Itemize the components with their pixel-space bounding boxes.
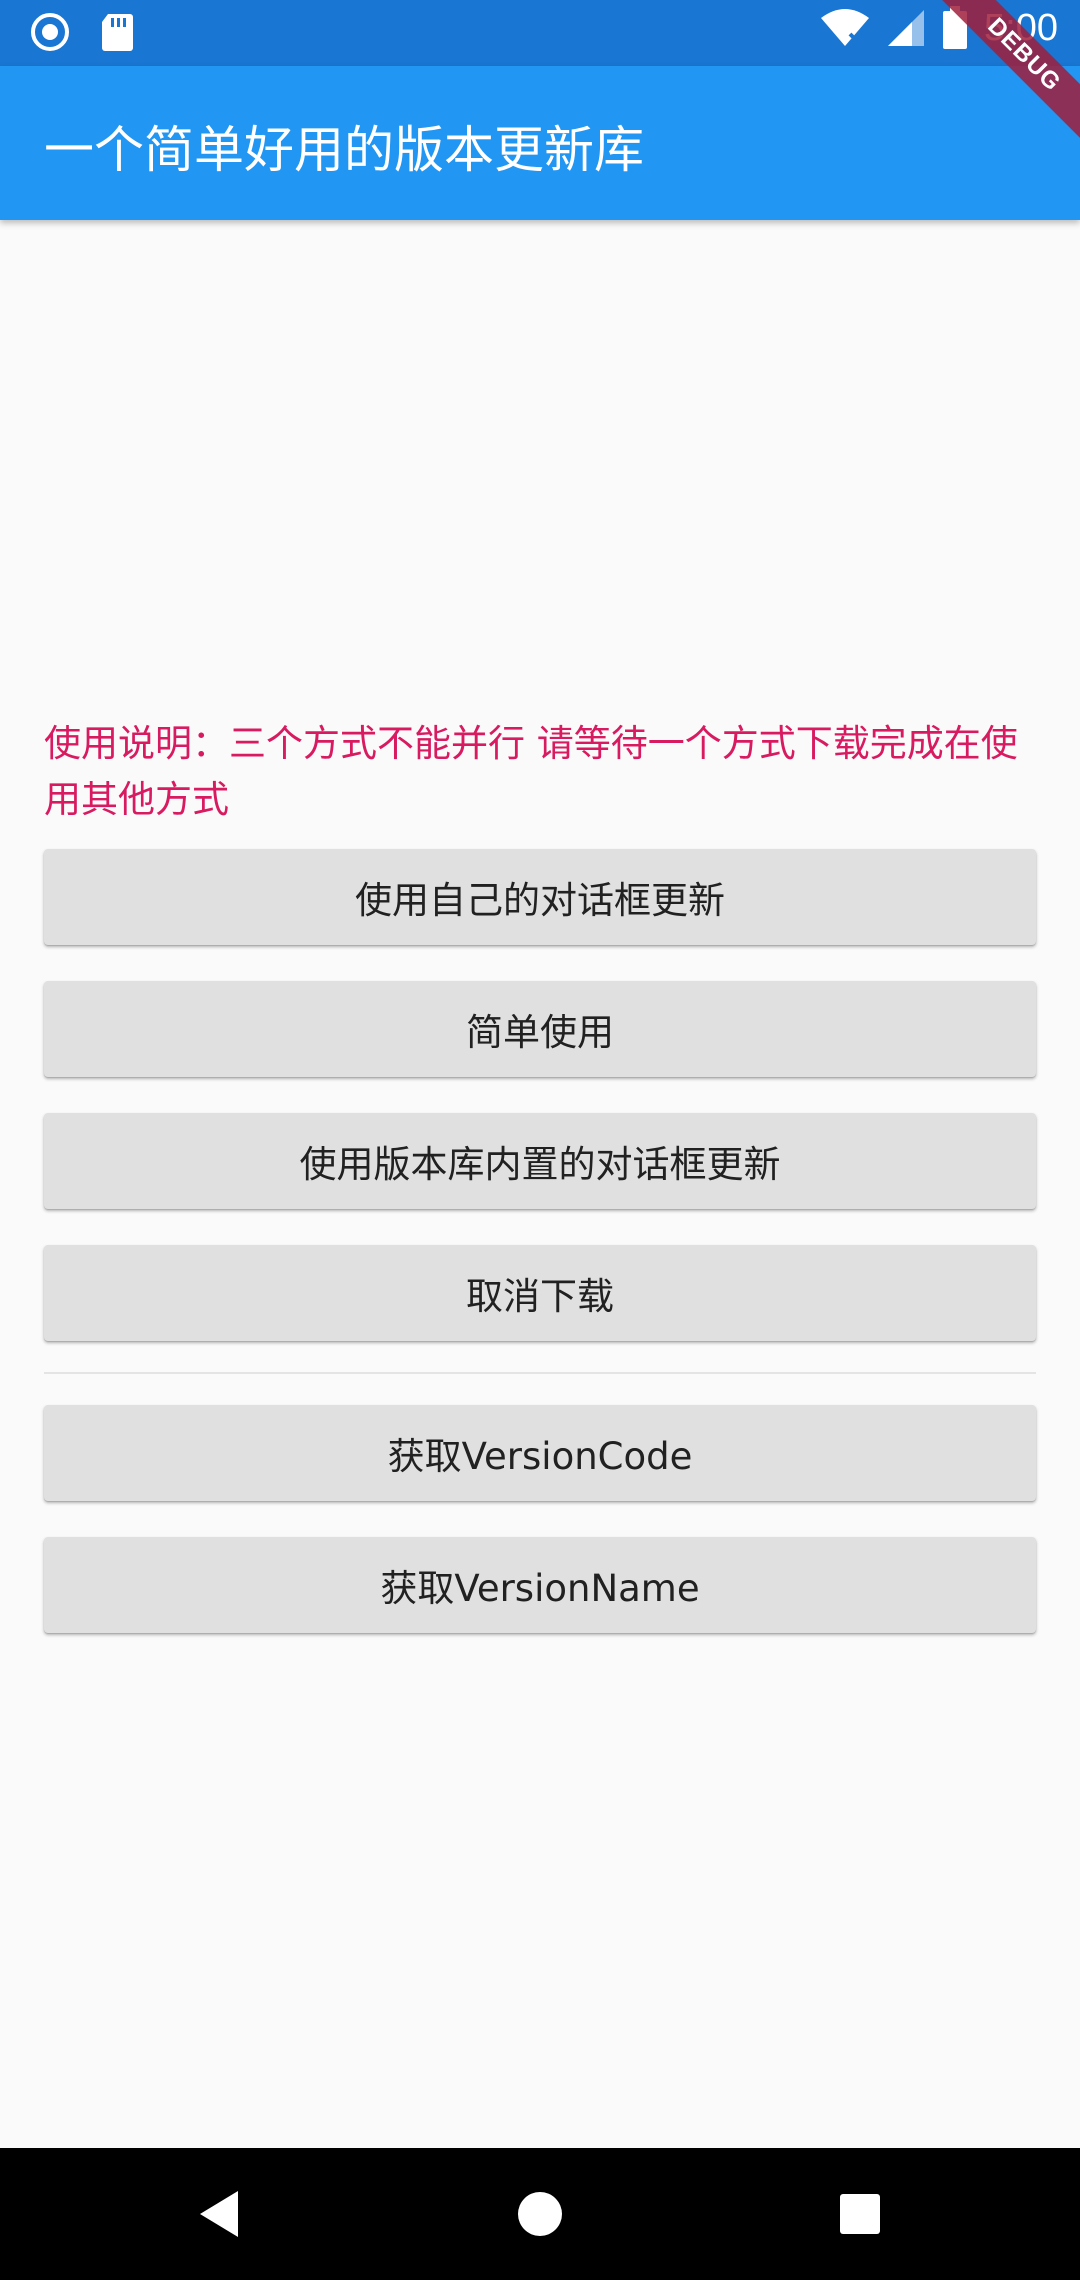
cancel-download-button[interactable]: 取消下载	[44, 1245, 1036, 1341]
status-time: 5:00	[984, 6, 1058, 49]
back-button[interactable]	[150, 2148, 290, 2280]
battery-icon	[942, 6, 968, 50]
builtin-dialog-update-button[interactable]: 使用版本库内置的对话框更新	[44, 1113, 1036, 1209]
navigation-bar	[0, 2148, 1080, 2280]
recents-icon	[838, 2192, 882, 2236]
get-version-name-button[interactable]: 获取VersionName	[44, 1537, 1036, 1633]
simple-use-button[interactable]: 简单使用	[44, 981, 1036, 1077]
own-dialog-update-button[interactable]: 使用自己的对话框更新	[44, 849, 1036, 945]
signal-icon	[886, 8, 926, 48]
recents-button[interactable]	[790, 2148, 930, 2280]
sd-card-icon	[100, 12, 134, 52]
status-bar: 5:00	[0, 0, 1080, 66]
home-icon	[516, 2190, 564, 2238]
page-title: 一个简单好用的版本更新库	[44, 121, 644, 179]
divider	[44, 1372, 1036, 1374]
back-icon	[198, 2189, 242, 2239]
record-icon	[30, 12, 70, 52]
get-version-code-button[interactable]: 获取VersionCode	[44, 1405, 1036, 1501]
usage-notice: 使用说明：三个方式不能并行 请等待一个方式下载完成在使用其他方式	[44, 722, 1018, 821]
home-button[interactable]	[470, 2148, 610, 2280]
app-bar: 一个简单好用的版本更新库	[0, 66, 1080, 220]
wifi-icon	[820, 8, 870, 48]
